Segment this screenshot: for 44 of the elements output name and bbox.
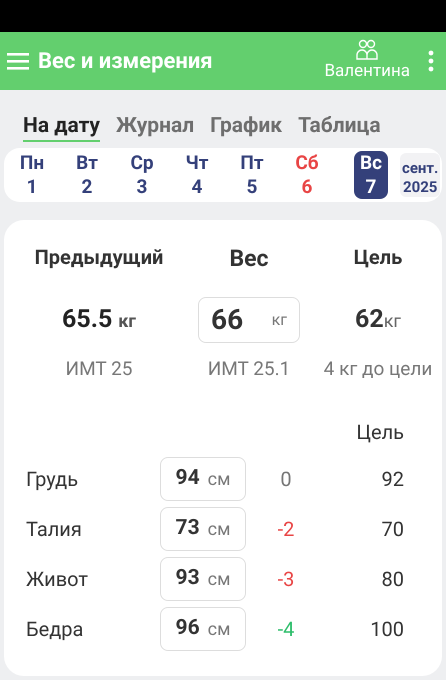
column-header: Предыдущий <box>34 244 164 271</box>
difference-value: -2 <box>276 516 296 543</box>
day-button[interactable]: Вт 2 <box>67 151 107 199</box>
to-goal-text: 4 кг до цели <box>322 356 434 382</box>
tab[interactable]: Журнал <box>116 116 194 142</box>
measurement-name: Грудь <box>26 466 80 493</box>
month-button[interactable]: сент. 2025 <box>400 153 440 197</box>
goal-value: 92 <box>380 466 404 493</box>
day-button[interactable]: Чт 4 <box>177 151 217 199</box>
bmi-text: ИМТ 25 <box>64 356 134 382</box>
weight-field[interactable]: 66 кг <box>198 296 300 342</box>
column-header: Цель <box>352 244 404 271</box>
menu-icon[interactable] <box>6 51 30 71</box>
more-icon[interactable] <box>428 49 434 73</box>
unit-label: кг <box>384 310 401 334</box>
day-button[interactable]: Пн 1 <box>12 151 52 199</box>
tab[interactable]: Таблица <box>298 116 381 142</box>
measurement-name: Живот <box>26 566 89 593</box>
previous-weight: 65.5 <box>62 304 112 336</box>
difference-value: 0 <box>279 466 293 493</box>
column-header: Цель <box>356 419 404 446</box>
measurement-name: Бедра <box>26 616 84 643</box>
goal-value: 70 <box>380 516 404 543</box>
tab[interactable]: График <box>210 116 282 142</box>
unit-label: кг <box>118 310 136 334</box>
tab[interactable]: На дату <box>23 116 100 142</box>
measurement-field[interactable]: 73 см <box>160 507 246 551</box>
day-button[interactable]: Сб 6 <box>287 151 327 199</box>
difference-value: -3 <box>276 566 296 593</box>
day-button[interactable]: Вс 7 <box>354 151 388 199</box>
day-button[interactable]: Пт 5 <box>232 151 272 199</box>
measurement-name: Талия <box>26 516 83 543</box>
measurement-field[interactable]: 94 см <box>160 457 246 501</box>
measurement-field[interactable]: 96 см <box>160 607 246 651</box>
app-title: Вес и измерения <box>38 48 213 76</box>
difference-value: -4 <box>276 616 296 643</box>
measurement-field[interactable]: 93 см <box>160 557 246 601</box>
day-button[interactable]: Ср 3 <box>122 151 162 199</box>
goal-value: 80 <box>380 566 404 593</box>
bmi-text: ИМТ 25.1 <box>206 356 292 382</box>
goal-weight: 62 <box>355 304 384 336</box>
goal-value: 100 <box>369 616 404 643</box>
people-icon <box>355 39 380 62</box>
column-header: Вес <box>228 244 270 274</box>
